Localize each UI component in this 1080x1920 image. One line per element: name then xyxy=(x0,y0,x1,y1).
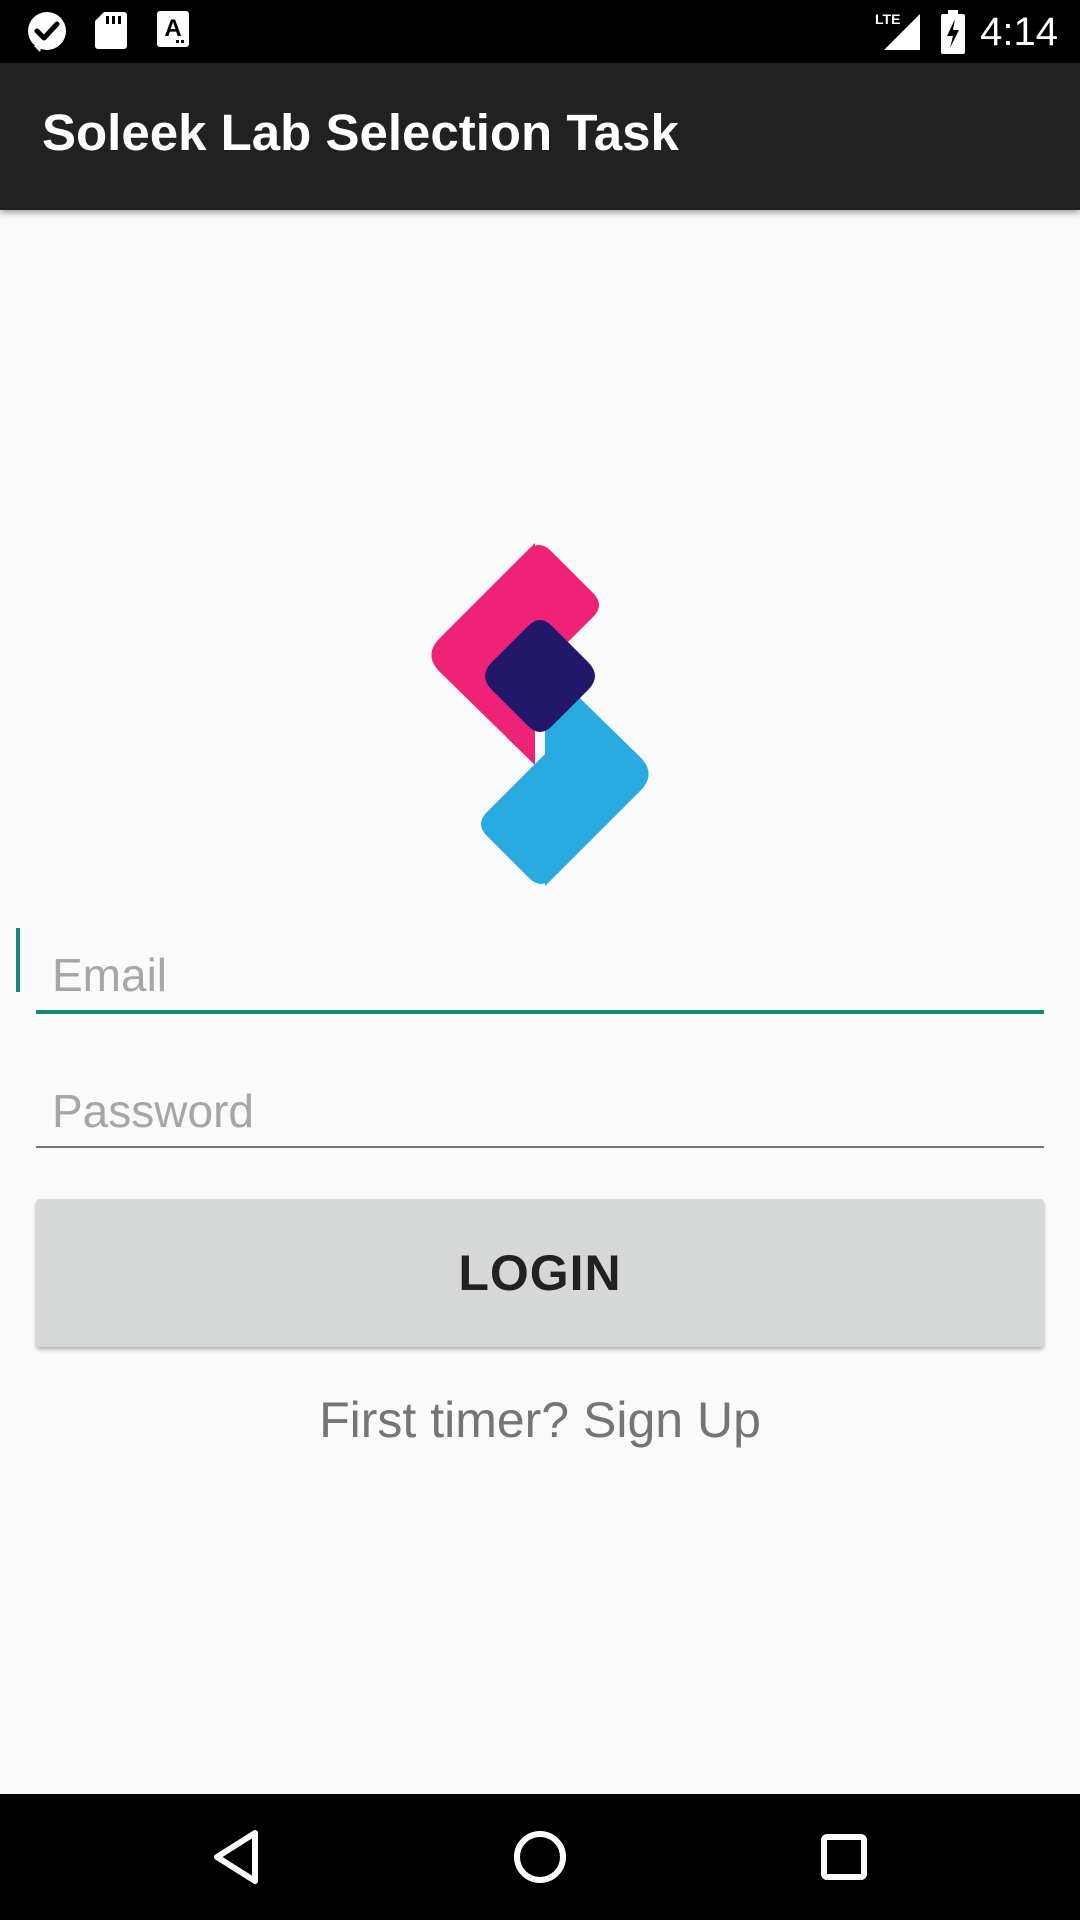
back-triangle-icon[interactable] xyxy=(201,1822,271,1892)
sd-card-icon xyxy=(95,12,127,49)
signup-link[interactable]: First timer? Sign Up xyxy=(0,1390,1080,1450)
text-cursor xyxy=(16,928,20,992)
status-time: 4:14 xyxy=(980,10,1058,54)
battery-charging-icon xyxy=(941,10,965,54)
password-field[interactable] xyxy=(36,1062,1044,1148)
email-underline xyxy=(36,1010,1044,1014)
network-label: LTE xyxy=(875,11,900,27)
navigation-bar xyxy=(0,1794,1080,1920)
app-bar: Soleek Lab Selection Task xyxy=(0,63,1080,210)
keyboard-a-icon: A xyxy=(157,11,189,47)
login-screen: LOGIN First timer? Sign Up xyxy=(0,210,1080,1794)
password-underline xyxy=(36,1146,1044,1148)
app-title: Soleek Lab Selection Task xyxy=(42,104,679,161)
soleek-logo-icon xyxy=(431,543,649,886)
home-circle-icon[interactable] xyxy=(505,1822,575,1892)
password-input[interactable] xyxy=(36,1062,1044,1148)
email-input[interactable] xyxy=(36,922,1044,1014)
login-button[interactable]: LOGIN xyxy=(36,1199,1044,1347)
status-bar: A LTE 4:14 xyxy=(0,0,1080,63)
check-circle-icon xyxy=(28,12,66,52)
lte-signal-icon: LTE xyxy=(875,11,920,50)
email-field[interactable] xyxy=(36,922,1044,1014)
recents-square-icon[interactable] xyxy=(809,1822,879,1892)
svg-text:A: A xyxy=(164,15,181,42)
